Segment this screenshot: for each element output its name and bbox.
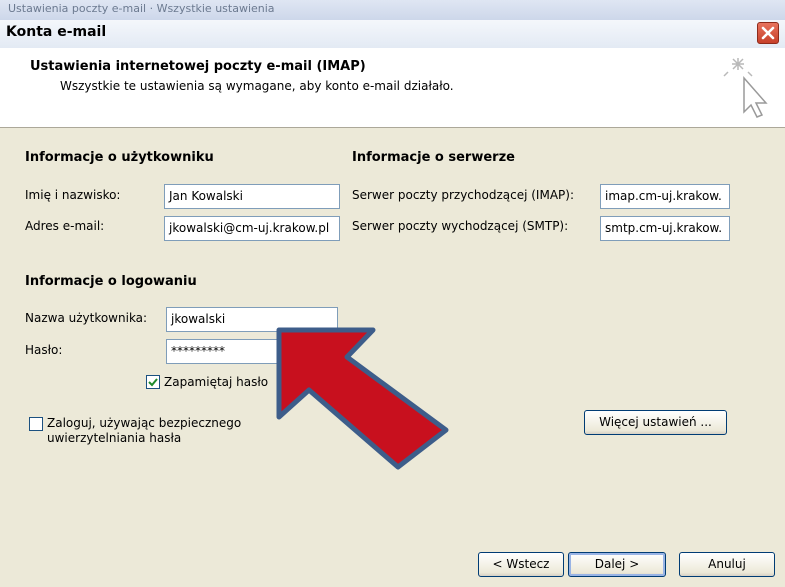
window-title: Konta e-mail: [6, 24, 107, 40]
cancel-button[interactable]: Anuluj: [679, 552, 775, 577]
email-field[interactable]: jkowalski@cm-uj.krakow.pl: [164, 216, 340, 241]
incoming-server-label: Serwer poczty przychodzącej (IMAP):: [352, 188, 574, 202]
spa-label-line2[interactable]: uwierzytelniania hasła: [47, 431, 181, 445]
remember-password-checkbox[interactable]: [146, 375, 160, 389]
header-title: Ustawienia internetowej poczty e-mail (I…: [30, 59, 366, 74]
title-bar: Konta e-mail: [0, 20, 785, 49]
spa-checkbox[interactable]: [29, 417, 43, 431]
outgoing-server-field[interactable]: smtp.cm-uj.krakow.: [600, 216, 730, 241]
close-icon: [761, 26, 775, 40]
sparkle-cursor-icon: [723, 58, 768, 118]
name-field[interactable]: Jan Kowalski: [164, 184, 340, 209]
checkmark-icon: [148, 378, 158, 387]
password-label: Hasło:: [25, 343, 63, 357]
background-window-strip: Ustawienia poczty e-mail · Wszystkie ust…: [0, 0, 785, 20]
server-info-heading: Informacje o serwerze: [352, 150, 515, 165]
user-info-heading: Informacje o użytkowniku: [25, 150, 214, 165]
login-info-heading: Informacje o logowaniu: [25, 274, 197, 289]
username-field[interactable]: jkowalski: [166, 307, 338, 332]
username-label: Nazwa użytkownika:: [25, 311, 148, 325]
outgoing-server-label: Serwer poczty wychodzącej (SMTP):: [352, 219, 569, 233]
wizard-header: Ustawienia internetowej poczty e-mail (I…: [0, 48, 785, 128]
close-button[interactable]: [757, 22, 779, 44]
next-button[interactable]: Dalej >: [568, 552, 666, 577]
remember-password-label[interactable]: Zapamiętaj hasło: [164, 375, 268, 389]
name-label: Imię i nazwisko:: [25, 188, 121, 202]
spa-label-line1[interactable]: Zaloguj, używając bezpiecznego: [47, 416, 241, 430]
password-field[interactable]: *********: [166, 339, 338, 364]
more-settings-button[interactable]: Więcej ustawień ...: [584, 410, 727, 435]
incoming-server-field[interactable]: imap.cm-uj.krakow.: [600, 184, 730, 209]
header-subtitle: Wszystkie te ustawienia są wymagane, aby…: [60, 79, 454, 93]
email-label: Adres e-mail:: [25, 219, 105, 233]
background-window-text: Ustawienia poczty e-mail · Wszystkie ust…: [8, 2, 275, 15]
back-button[interactable]: < Wstecz: [478, 552, 564, 577]
